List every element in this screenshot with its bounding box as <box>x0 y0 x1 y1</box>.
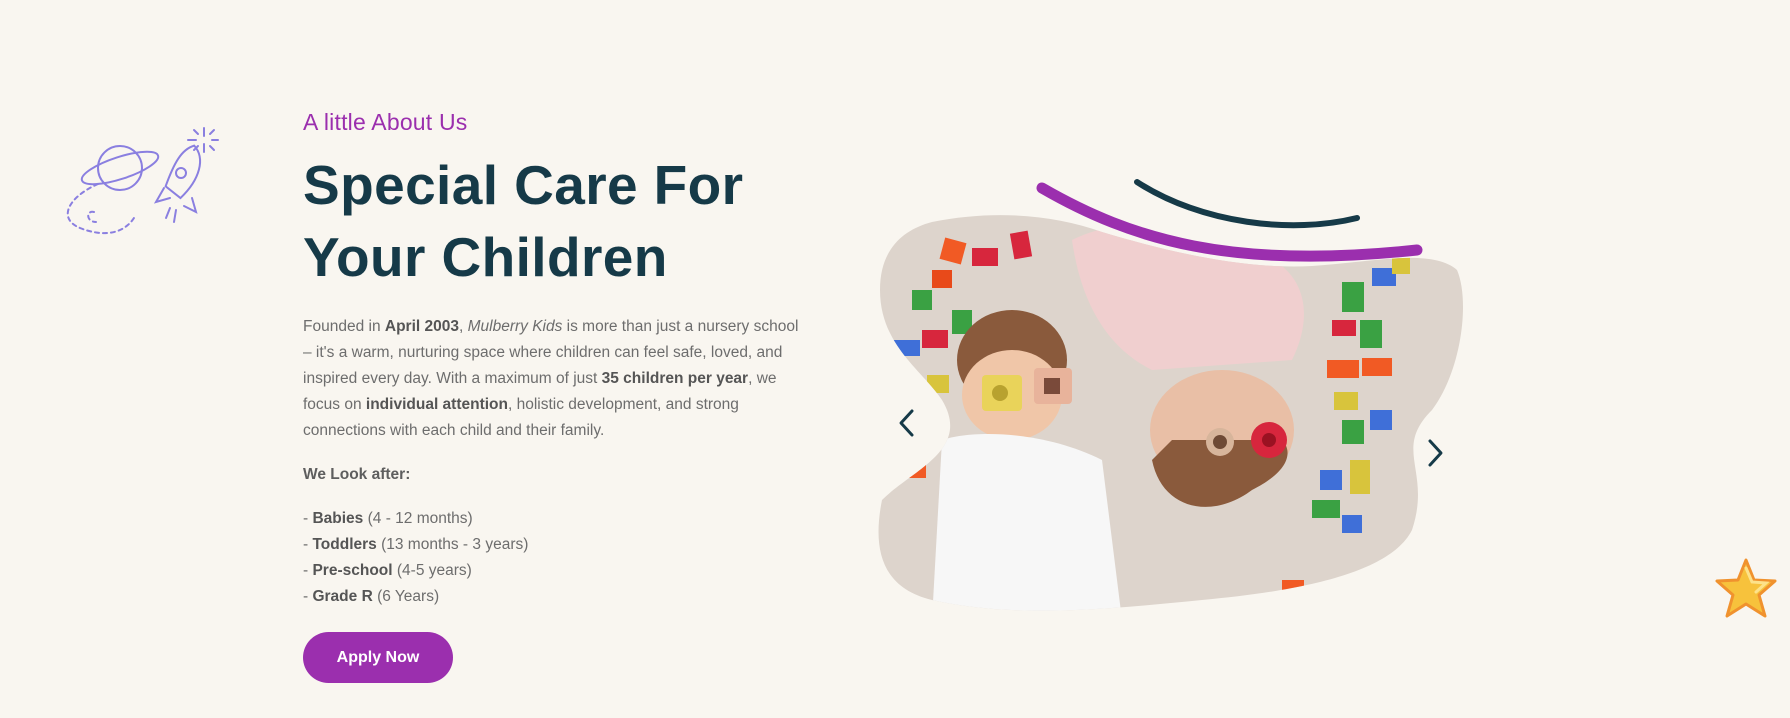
star-icon <box>1715 558 1777 618</box>
group-ages: (4-5 years) <box>392 562 472 579</box>
section-eyebrow: A little About Us <box>303 109 468 135</box>
look-after-label: We Look after: <box>303 466 411 483</box>
school-name: Mulberry Kids <box>467 318 563 335</box>
list-item: - Grade R (6 Years) <box>303 584 803 610</box>
intro-text: Founded in <box>303 318 385 335</box>
slider-image-svg <box>878 179 1464 611</box>
group-ages: (4 - 12 months) <box>363 510 473 527</box>
planet-rocket-doodle-icon <box>66 127 219 235</box>
group-name: Pre-school <box>312 562 393 579</box>
slider-next-button[interactable] <box>1418 436 1452 470</box>
focus-highlight: individual attention <box>365 396 508 413</box>
apply-now-button[interactable]: Apply Now <box>303 632 453 683</box>
intro-text: , <box>458 318 468 335</box>
chevron-left-icon <box>899 409 914 437</box>
group-name: Grade R <box>312 588 373 605</box>
group-ages: (13 months - 3 years) <box>376 536 529 553</box>
founded-date: April 2003 <box>384 318 459 335</box>
title-line-2: Your Children <box>303 226 668 288</box>
swoosh-navy <box>1134 179 1360 229</box>
age-group-list: - Babies (4 - 12 months) - Toddlers (13 … <box>303 506 803 610</box>
slider-prev-button[interactable] <box>890 406 924 440</box>
list-item: - Toddlers (13 months - 3 years) <box>303 532 803 558</box>
group-name: Toddlers <box>312 536 377 553</box>
list-item: - Babies (4 - 12 months) <box>303 506 803 532</box>
image-slider <box>872 170 1472 620</box>
intro-paragraph: Founded in April 2003, Mulberry Kids is … <box>303 314 803 444</box>
page-title: Special Care For Your Children <box>303 149 803 293</box>
chevron-right-icon <box>1428 439 1443 467</box>
list-item: - Pre-school (4-5 years) <box>303 558 803 584</box>
capacity-highlight: 35 children per year <box>601 370 749 387</box>
about-section: A little About Us Special Care For Your … <box>303 105 803 683</box>
group-ages: (6 Years) <box>372 588 440 605</box>
title-line-1: Special Care For <box>303 154 744 216</box>
group-name: Babies <box>312 510 364 527</box>
